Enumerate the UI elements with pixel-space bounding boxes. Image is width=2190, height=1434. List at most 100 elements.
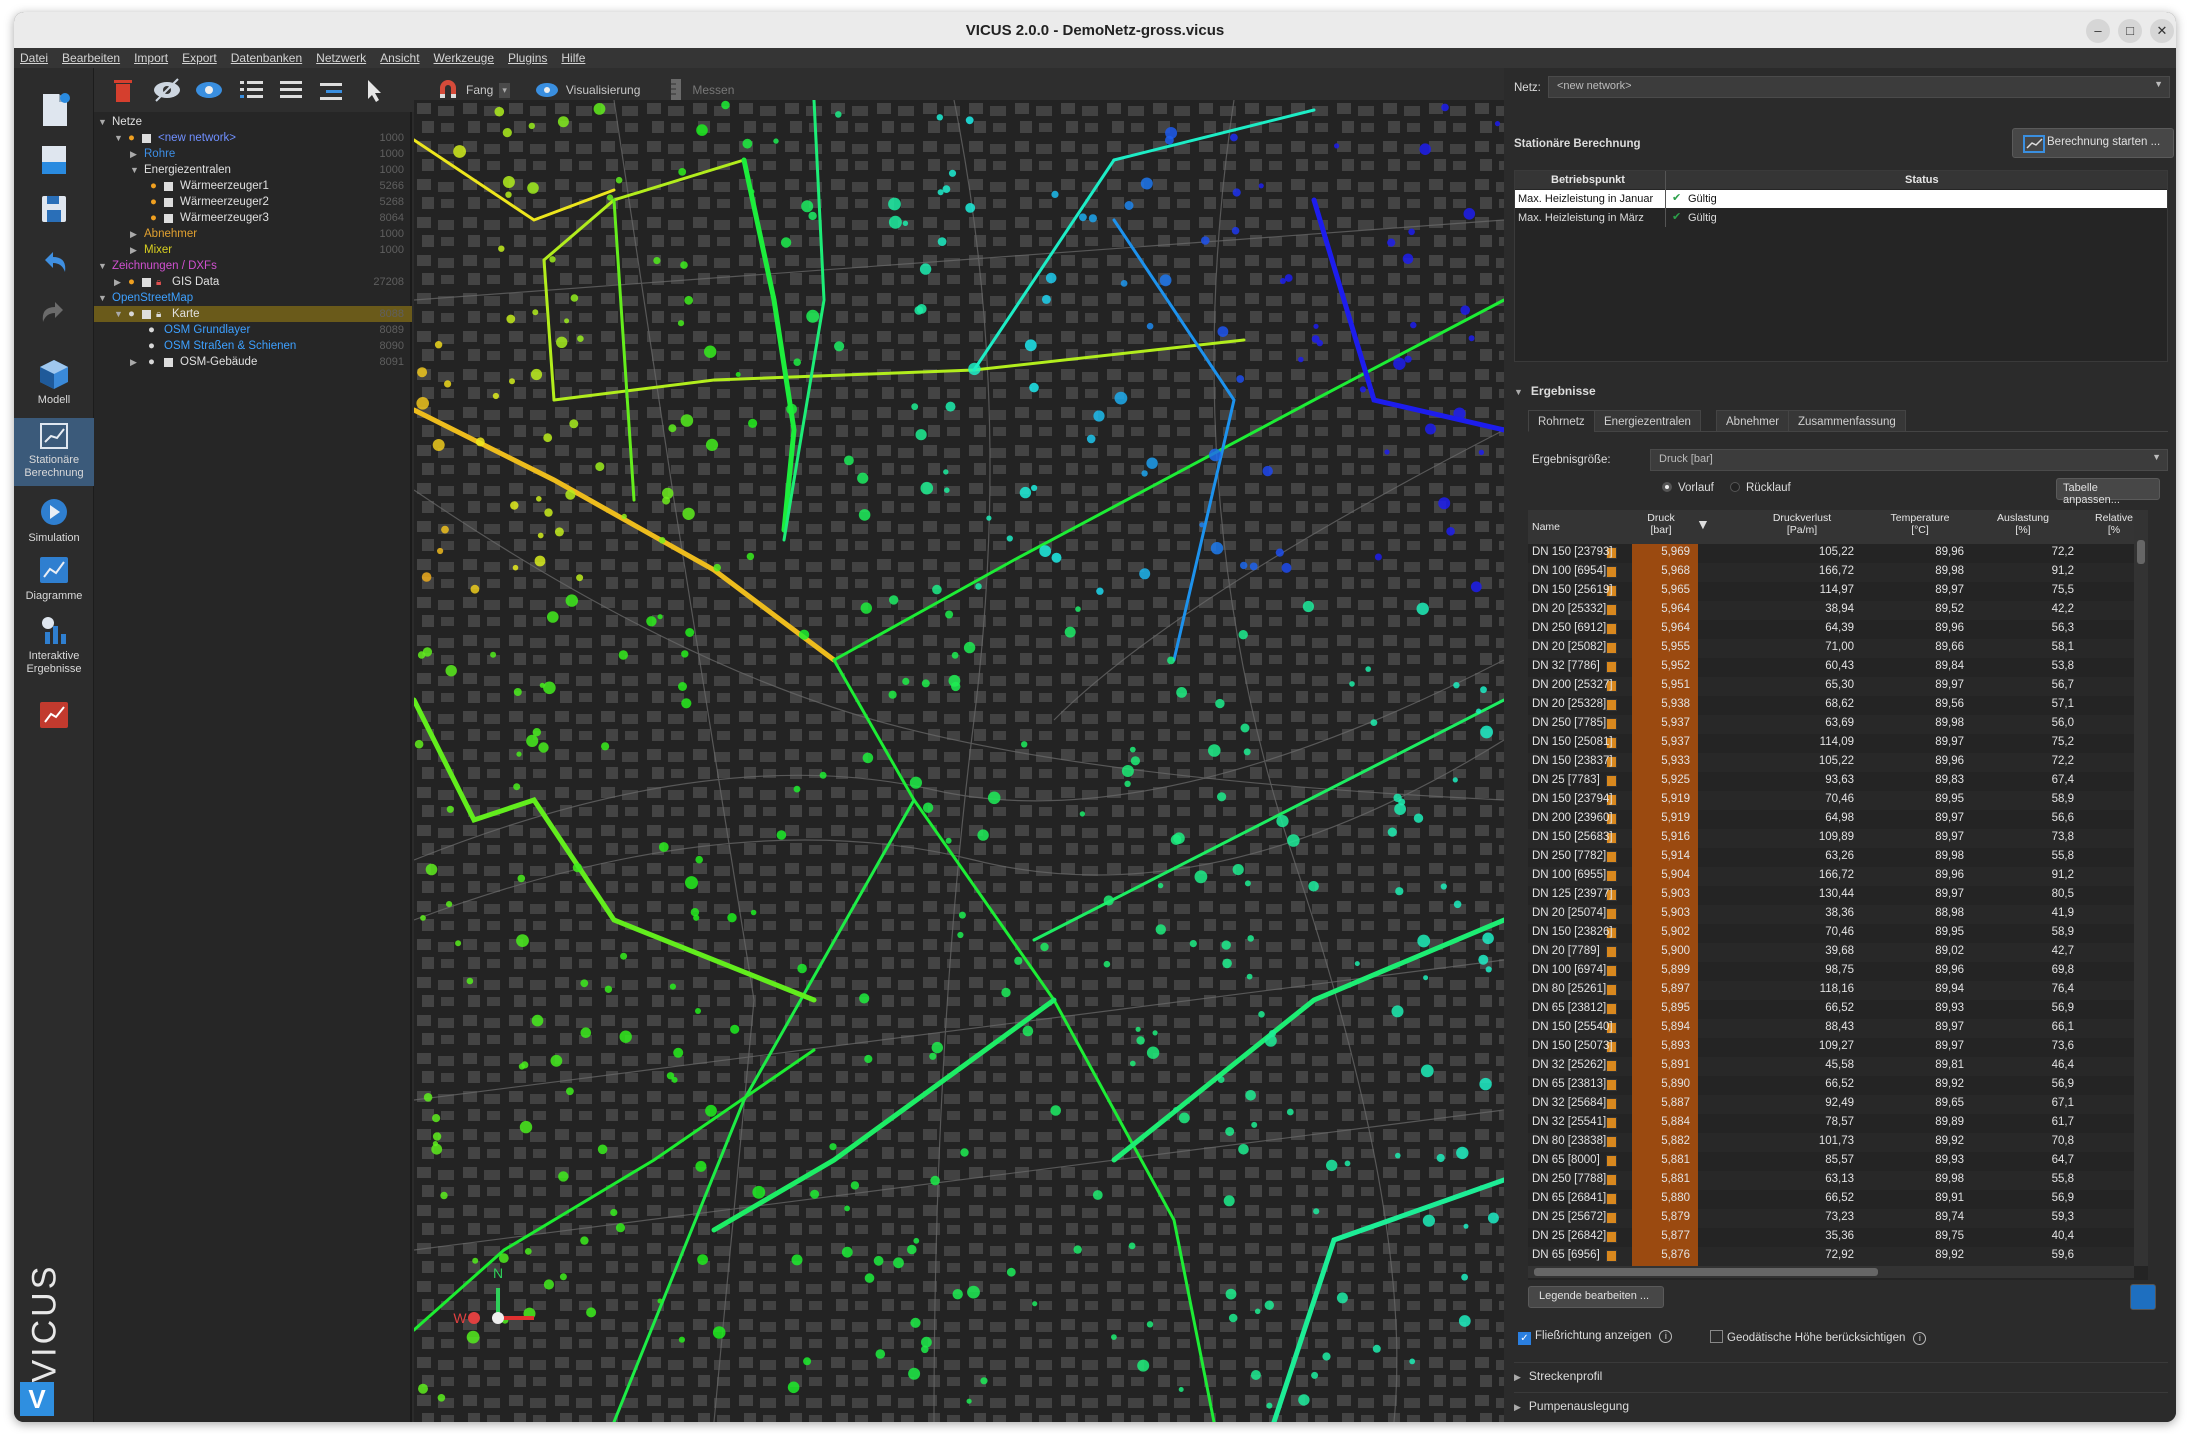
consumer-node[interactable] xyxy=(432,1114,441,1123)
consumer-node[interactable] xyxy=(945,610,954,619)
consumer-node[interactable] xyxy=(864,1054,873,1064)
checkbox-icon[interactable] xyxy=(164,213,173,223)
consumer-node[interactable] xyxy=(513,783,521,791)
consumer-node[interactable] xyxy=(543,433,553,443)
consumer-node[interactable] xyxy=(1129,1060,1136,1067)
table-row[interactable]: DN 100 [6955] 5,904 166,72 89,96 91,2 xyxy=(1528,867,2148,886)
consumer-node[interactable] xyxy=(1050,1105,1061,1116)
consumer-node[interactable] xyxy=(684,295,694,305)
undo-button[interactable] xyxy=(14,246,94,280)
consumer-node[interactable] xyxy=(680,261,688,269)
visualisierung-toggle[interactable]: Visualisierung xyxy=(524,80,651,100)
consumer-node[interactable] xyxy=(1461,1273,1468,1281)
streckenprofil-section[interactable]: ▶ Streckenprofil xyxy=(1514,1362,2168,1384)
table-row[interactable]: DN 32 [25262] 5,891 45,58 89,81 46,4 xyxy=(1528,1057,2148,1076)
table-row[interactable]: DN 65 [23812] 5,895 66,52 89,93 56,9 xyxy=(1528,1000,2148,1019)
consumer-node[interactable] xyxy=(721,100,730,110)
checkbox-icon[interactable] xyxy=(142,277,151,287)
consumer-node[interactable] xyxy=(678,168,687,176)
consumer-node[interactable] xyxy=(1240,561,1248,570)
consumer-node[interactable] xyxy=(595,462,605,472)
tree-item[interactable]: ● Wärmeerzeuger2 5268 xyxy=(94,194,412,210)
consumer-node[interactable] xyxy=(966,1398,972,1404)
col-name[interactable]: Name xyxy=(1532,521,1560,533)
consumer-node[interactable] xyxy=(539,682,545,688)
consumer-node[interactable] xyxy=(957,931,964,939)
consumer-node[interactable] xyxy=(593,103,606,115)
consumer-node[interactable] xyxy=(1393,357,1406,370)
consumer-node[interactable] xyxy=(475,437,485,447)
consumer-node[interactable] xyxy=(1417,934,1431,948)
consumer-node[interactable] xyxy=(1129,746,1136,753)
consumer-node[interactable] xyxy=(1088,214,1097,223)
list-tree-icon[interactable] xyxy=(236,75,266,105)
consumer-node[interactable] xyxy=(860,602,872,614)
consumer-node[interactable] xyxy=(730,1024,740,1034)
consumer-node[interactable] xyxy=(911,403,919,411)
consumer-node[interactable] xyxy=(932,584,942,595)
consumer-node[interactable] xyxy=(1140,177,1153,190)
consumer-node[interactable] xyxy=(662,496,671,505)
menu-datenbanken[interactable]: Datenbanken xyxy=(231,51,302,65)
consumer-node[interactable] xyxy=(432,439,445,451)
table-row[interactable]: DN 200 [25327] 5,951 65,30 89,97 56,7 xyxy=(1528,677,2148,696)
consumer-node[interactable] xyxy=(888,690,897,699)
consumer-node[interactable] xyxy=(1051,552,1062,563)
consumer-node[interactable] xyxy=(742,138,753,149)
consumer-node[interactable] xyxy=(534,555,546,567)
consumer-node[interactable] xyxy=(942,185,951,193)
consumer-node[interactable] xyxy=(597,1144,608,1155)
consumer-node[interactable] xyxy=(1210,542,1224,555)
table-row[interactable]: DN 20 [7789] 5,900 39,68 89,02 42,7 xyxy=(1528,943,2148,962)
consumer-node[interactable] xyxy=(1120,280,1128,287)
consumer-node[interactable] xyxy=(844,1205,850,1212)
consumer-node[interactable] xyxy=(538,742,549,753)
consumer-node[interactable] xyxy=(695,1008,701,1014)
consumer-node[interactable] xyxy=(937,189,944,196)
consumer-node[interactable] xyxy=(1391,1005,1404,1018)
consumer-node[interactable] xyxy=(417,367,428,378)
bulb-icon[interactable]: ● xyxy=(150,212,157,224)
consumer-node[interactable] xyxy=(1286,1108,1294,1116)
consumer-node[interactable] xyxy=(797,963,807,974)
consumer-node[interactable] xyxy=(1092,1190,1103,1200)
table-row[interactable]: DN 250 [7788] 5,881 63,13 89,98 55,8 xyxy=(1528,1171,2148,1190)
consumer-node[interactable] xyxy=(1408,228,1415,236)
consumer-node[interactable] xyxy=(513,688,522,696)
consumer-node[interactable] xyxy=(434,341,443,349)
consumer-node[interactable] xyxy=(556,336,568,348)
consumer-node[interactable] xyxy=(1479,1077,1492,1091)
consumer-node[interactable] xyxy=(615,176,623,184)
consumer-node[interactable] xyxy=(565,489,576,500)
consumer-node[interactable] xyxy=(536,496,542,502)
tree-item[interactable]: ● Wärmeerzeuger3 8064 xyxy=(94,210,412,226)
table-row[interactable]: DN 100 [6974] 5,899 98,75 89,96 69,8 xyxy=(1528,962,2148,981)
lock-icon[interactable]: 🔒︎ xyxy=(156,277,161,288)
consumer-node[interactable] xyxy=(713,563,721,572)
consumer-node[interactable] xyxy=(653,257,661,265)
consumer-node[interactable] xyxy=(517,874,526,883)
consumer-node[interactable] xyxy=(922,802,934,813)
table-row[interactable]: DN 32 [25684] 5,887 92,49 89,65 67,1 xyxy=(1528,1095,2148,1114)
consumer-node[interactable] xyxy=(498,245,505,252)
consumer-node[interactable] xyxy=(975,583,982,590)
sidebar-item-diagramme[interactable]: Diagramme xyxy=(14,554,94,603)
consumer-node[interactable] xyxy=(1079,213,1087,222)
consumer-node[interactable] xyxy=(1136,1036,1145,1045)
bp-row-selected[interactable]: Max. Heizleistung in Januar ✔ Gültig xyxy=(1515,190,2167,208)
consumer-node[interactable] xyxy=(1468,335,1475,342)
consumer-node[interactable] xyxy=(1032,1301,1038,1307)
trash-icon[interactable] xyxy=(108,75,138,105)
consumer-node[interactable] xyxy=(1217,1076,1225,1083)
tree-item[interactable]: ● OSM Grundlayer 8089 xyxy=(94,322,412,338)
col-druck[interactable]: Druck [bar] xyxy=(1632,512,1690,536)
table-row[interactable]: DN 20 [25074] 5,903 38,36 88,98 41,9 xyxy=(1528,905,2148,924)
consumer-node[interactable] xyxy=(1413,813,1424,823)
consumer-node[interactable] xyxy=(1311,1371,1319,1379)
ruecklauf-radio[interactable]: Rücklauf xyxy=(1730,482,1791,494)
consumer-node[interactable] xyxy=(516,934,529,947)
consumer-node[interactable] xyxy=(1419,143,1431,155)
consumer-node[interactable] xyxy=(913,1237,920,1244)
consumer-node[interactable] xyxy=(1238,1144,1249,1155)
consumer-node[interactable] xyxy=(1176,687,1187,698)
